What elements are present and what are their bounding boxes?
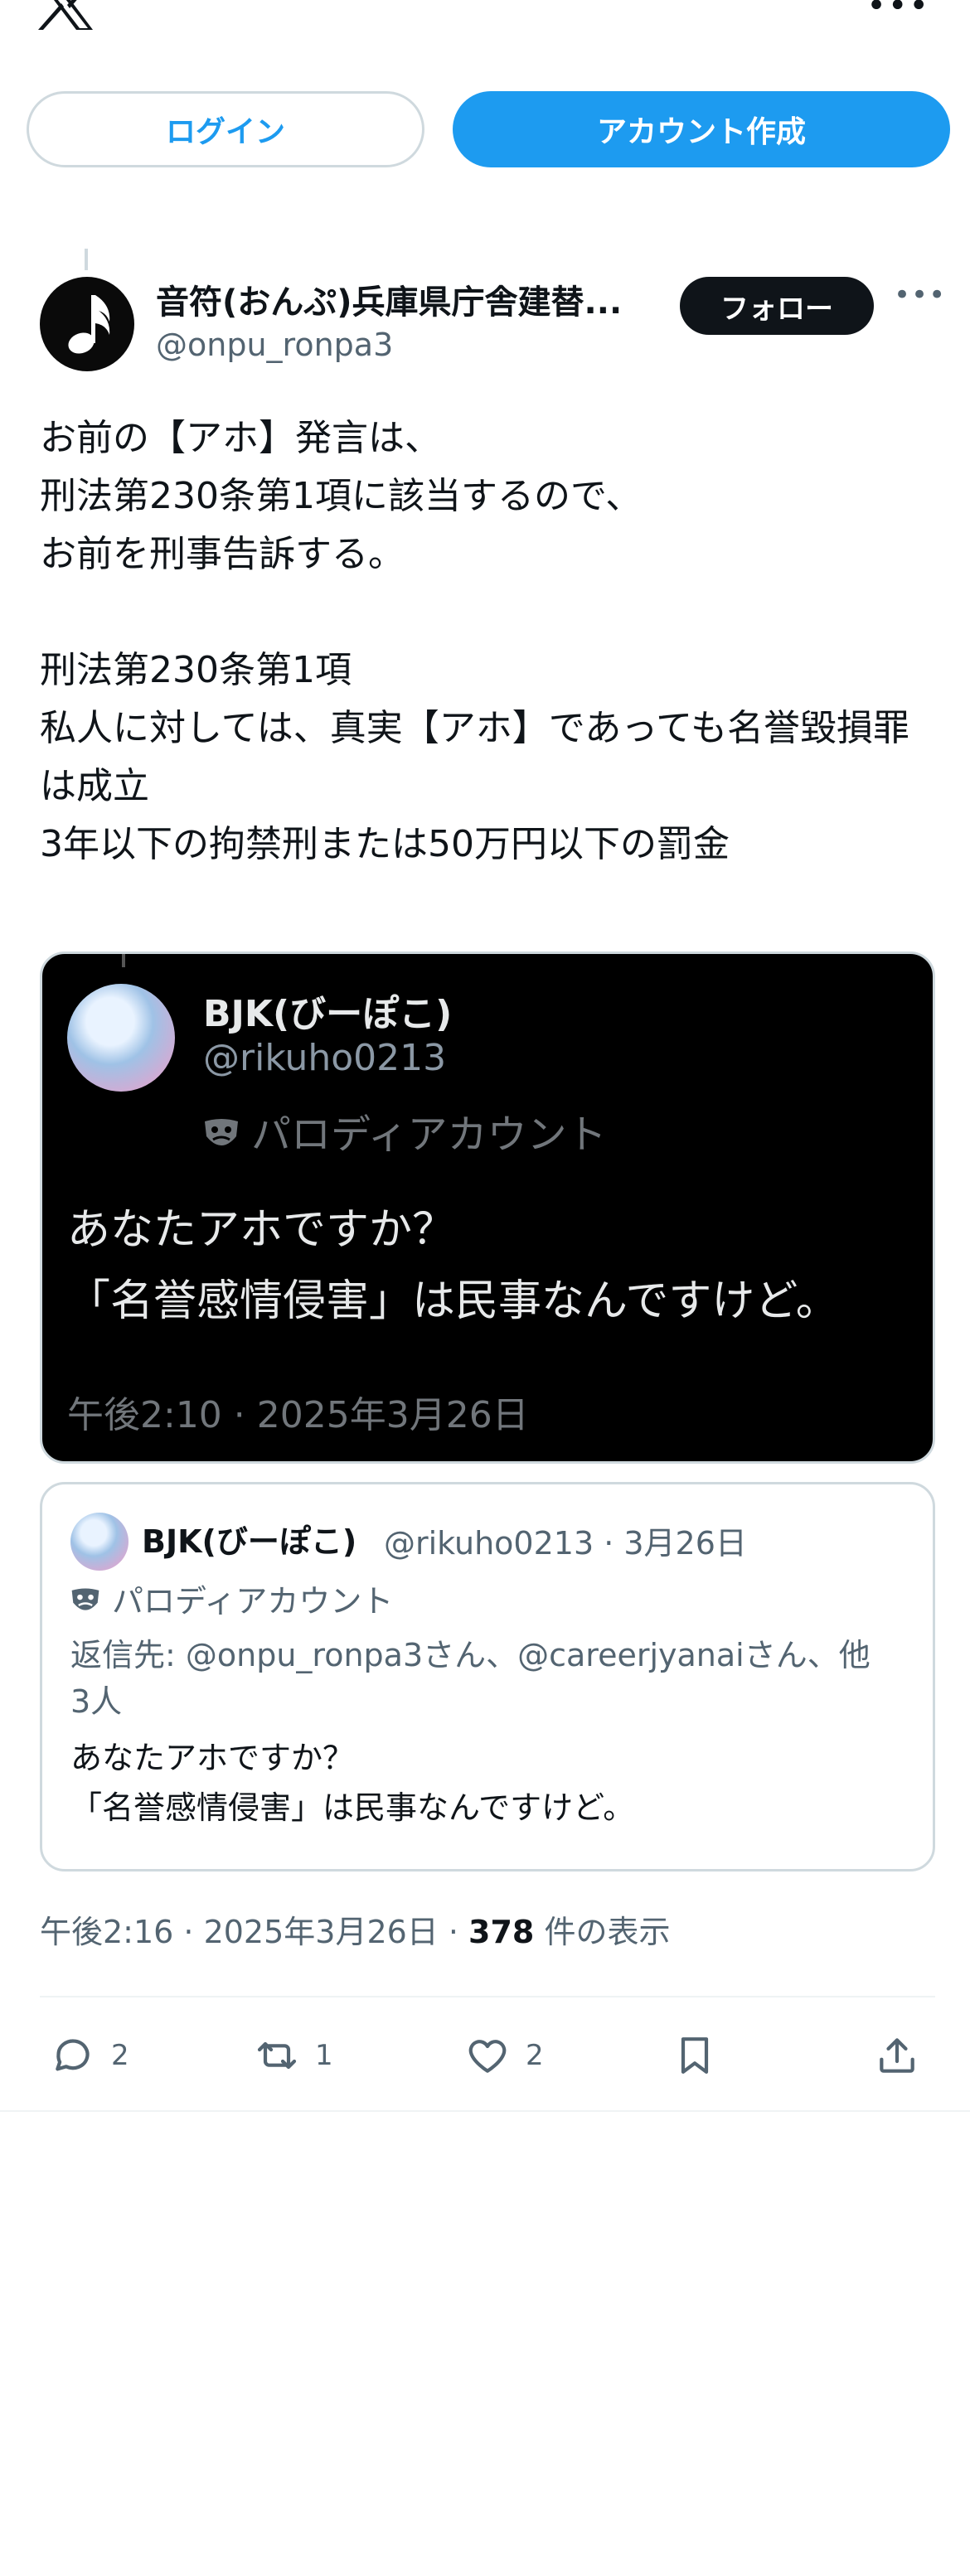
action-bar: 2 1 2 bbox=[40, 2022, 935, 2089]
retweet-icon bbox=[257, 2041, 297, 2070]
mask-icon bbox=[71, 1588, 99, 1610]
tweet-text: お前の【アホ】発言は、 刑法第230条第1項に該当するので、 お前を刑事告訴する… bbox=[40, 417, 909, 865]
quoted-author-name: BJK(びーぽこ) bbox=[142, 1523, 357, 1560]
reply-to-line: 返信先: @onpu_ronpa3さん、@careerjyanaiさん、他3人 bbox=[70, 1637, 871, 1720]
views-count: 378 bbox=[468, 1914, 535, 1950]
like-button[interactable]: 2 bbox=[464, 2022, 544, 2089]
like-count: 2 bbox=[526, 2039, 544, 2072]
retweet-button[interactable]: 1 bbox=[254, 2022, 333, 2089]
avatar[interactable] bbox=[40, 277, 134, 371]
bookmark-icon bbox=[681, 2037, 709, 2074]
bookmark-button[interactable] bbox=[672, 2022, 718, 2089]
follow-button[interactable]: フォロー bbox=[680, 277, 874, 335]
parody-text: パロディアカウント bbox=[251, 1111, 607, 1158]
quoted-text: あなたアホですか？ 「名誉感情侵害」は民事なんですけど。 bbox=[70, 1740, 635, 1826]
parody-text: パロディアカウント bbox=[112, 1583, 394, 1620]
reply-icon bbox=[56, 2039, 90, 2071]
reply-count: 2 bbox=[111, 2039, 129, 2072]
divider bbox=[0, 2110, 970, 2112]
thread-connector bbox=[85, 249, 88, 270]
retweet-count: 1 bbox=[315, 2039, 333, 2072]
mask-icon bbox=[205, 1119, 238, 1145]
post-timestamp: 午後2:16 · 2025年3月26日 · 378 件の表示 bbox=[40, 1906, 670, 1952]
reply-button[interactable]: 2 bbox=[50, 2022, 129, 2089]
signup-button[interactable]: アカウント作成 bbox=[453, 91, 950, 167]
thread-connector bbox=[122, 954, 125, 967]
embedded-timestamp: 午後2:10 · 2025年3月26日 bbox=[67, 1394, 529, 1436]
share-icon bbox=[880, 2038, 914, 2073]
media-image[interactable]: BJK(びーぽこ) @rikuho0213 パロディアカウント あなたアホですか… bbox=[40, 951, 935, 1464]
parody-label: パロディアカウント bbox=[70, 1576, 393, 1621]
avatar bbox=[70, 1513, 129, 1571]
more-icon[interactable]: ••• bbox=[866, 0, 930, 22]
x-logo-icon[interactable] bbox=[38, 0, 96, 30]
quoted-author-meta: @rikuho0213 · 3月26日 bbox=[384, 1525, 747, 1562]
views-label: 件の表示 bbox=[534, 1914, 671, 1950]
quoted-tweet[interactable]: BJK(びーぽこ) @rikuho0213 · 3月26日 パロディアカウント … bbox=[40, 1482, 935, 1871]
share-button[interactable] bbox=[874, 2022, 920, 2089]
timestamp-text[interactable]: 午後2:16 · 2025年3月26日 · bbox=[40, 1914, 468, 1950]
divider bbox=[40, 1996, 935, 1997]
author-handle[interactable]: @onpu_ronpa3 bbox=[156, 327, 393, 363]
login-button[interactable]: ログイン bbox=[27, 91, 424, 167]
heart-icon bbox=[468, 2040, 507, 2073]
top-bar: ••• bbox=[0, 0, 970, 50]
embedded-author-name: BJK(びーぽこ) bbox=[203, 993, 453, 1035]
author-name[interactable]: 音符(おんぷ)兵庫県庁舎建替... bbox=[156, 275, 653, 323]
parody-label: パロディアカウント bbox=[203, 1102, 607, 1160]
avatar bbox=[67, 984, 175, 1092]
embedded-author-handle: @rikuho0213 bbox=[203, 1037, 447, 1079]
embedded-text: あなたアホですか？ 「名誉感情侵害」は民事なんですけど。 bbox=[67, 1205, 839, 1326]
music-note-icon bbox=[68, 295, 110, 354]
more-icon[interactable]: ••• bbox=[894, 278, 946, 312]
auth-buttons: ログイン アカウント作成 bbox=[27, 91, 950, 167]
